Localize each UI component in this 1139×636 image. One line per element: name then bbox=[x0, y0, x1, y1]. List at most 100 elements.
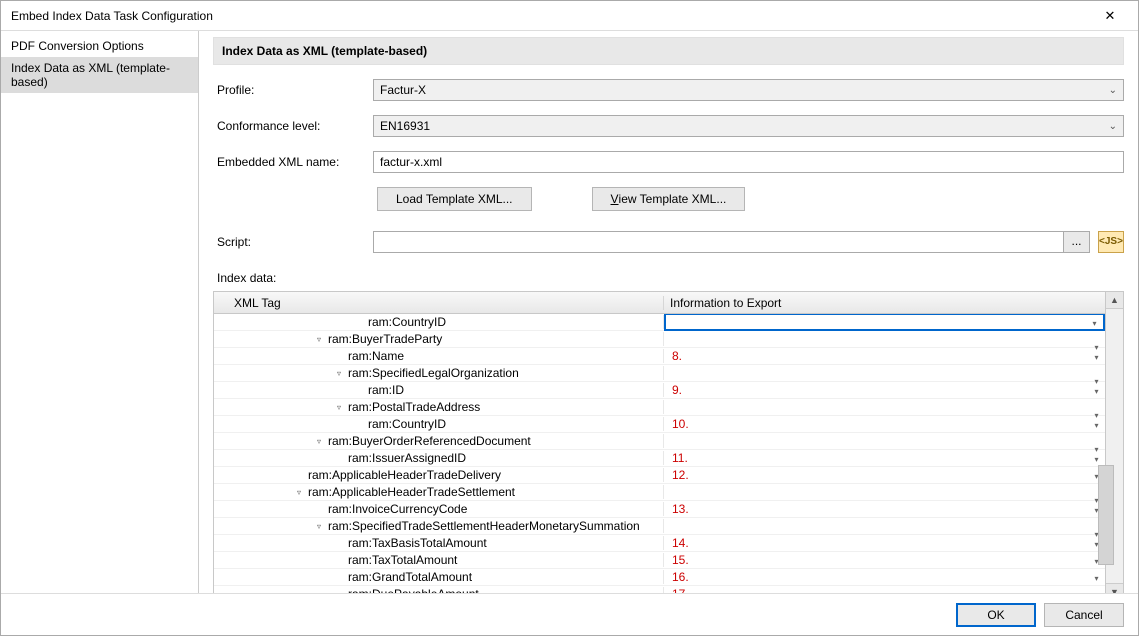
cell-dropdown-icon[interactable]: ▾ bbox=[1088, 317, 1101, 330]
js-button[interactable]: <JS> bbox=[1098, 231, 1124, 253]
xml-tag-cell[interactable]: ▿ram:BuyerOrderReferencedDocument bbox=[214, 434, 664, 448]
info-export-cell[interactable]: 14.▾ bbox=[664, 536, 1105, 550]
table-row[interactable]: ▿ram:SpecifiedLegalOrganization▾ bbox=[214, 365, 1105, 382]
table-row[interactable]: ram:TaxBasisTotalAmount 14.▾ bbox=[214, 535, 1105, 552]
ok-button[interactable]: OK bbox=[956, 603, 1036, 627]
script-input[interactable] bbox=[373, 231, 1064, 253]
xml-tag-label: ram:ApplicableHeaderTradeDelivery bbox=[304, 468, 501, 482]
row-annotation: 10. bbox=[672, 417, 689, 431]
xml-tag-cell[interactable]: ▿ram:PostalTradeAddress bbox=[214, 400, 664, 414]
xml-tag-cell[interactable]: ram:Name bbox=[214, 349, 664, 363]
xml-tag-cell[interactable]: ram:ID bbox=[214, 383, 664, 397]
sidebar-item-pdf-conversion[interactable]: PDF Conversion Options bbox=[1, 35, 198, 57]
xml-tag-label: ram:SpecifiedLegalOrganization bbox=[344, 366, 519, 380]
xml-tag-cell[interactable]: ram:GrandTotalAmount bbox=[214, 570, 664, 584]
info-export-cell[interactable]: 9. ▾ bbox=[664, 383, 1105, 397]
col-xml-tag[interactable]: XML Tag bbox=[214, 296, 664, 310]
tree-toggle-icon[interactable]: ▿ bbox=[314, 522, 324, 531]
xml-tag-cell[interactable]: ram:CountryID bbox=[214, 315, 664, 329]
table-row[interactable]: ram:CountryID 10. ▾ bbox=[214, 416, 1105, 433]
table-row[interactable]: ram:ApplicableHeaderTradeDelivery 12.▾ bbox=[214, 467, 1105, 484]
row-annotation: 9. bbox=[672, 383, 682, 397]
info-export-cell[interactable]: 11.▾ bbox=[664, 451, 1105, 465]
conformance-value: EN16931 bbox=[380, 119, 430, 133]
info-export-cell[interactable]: 16. ▾ bbox=[664, 570, 1105, 584]
window-title: Embed Index Data Task Configuration bbox=[11, 9, 213, 23]
xml-tag-cell[interactable]: ▿ram:SpecifiedTradeSettlementHeaderMonet… bbox=[214, 519, 664, 533]
xml-tag-cell[interactable]: ram:ApplicableHeaderTradeDelivery bbox=[214, 468, 664, 482]
table-row[interactable]: ▿ram:PostalTradeAddress▾ bbox=[214, 399, 1105, 416]
tree-toggle-icon[interactable]: ▿ bbox=[314, 437, 324, 446]
xml-tag-label: ram:TaxTotalAmount bbox=[344, 553, 457, 567]
sidebar: PDF Conversion Options Index Data as XML… bbox=[1, 31, 199, 593]
xml-tag-cell[interactable]: ram:InvoiceCurrencyCode bbox=[214, 502, 664, 516]
xml-tag-cell[interactable]: ram:IssuerAssignedID bbox=[214, 451, 664, 465]
xml-tag-cell[interactable]: ram:TaxBasisTotalAmount bbox=[214, 536, 664, 550]
tree-toggle-icon[interactable]: ▿ bbox=[334, 369, 344, 378]
xml-tag-label: ram:InvoiceCurrencyCode bbox=[324, 502, 467, 516]
xml-tag-label: ram:BuyerTradeParty bbox=[324, 332, 442, 346]
view-template-button[interactable]: View Template XML... bbox=[592, 187, 746, 211]
close-icon[interactable]: ✕ bbox=[1090, 8, 1130, 24]
grid-scrollbar[interactable]: ▲ ▼ bbox=[1105, 292, 1123, 593]
profile-label: Profile: bbox=[213, 83, 373, 97]
profile-select[interactable]: Factur-X ⌄ bbox=[373, 79, 1124, 101]
table-row[interactable]: ram:Name 8. ▾ bbox=[214, 348, 1105, 365]
table-row[interactable]: ▿ram:BuyerOrderReferencedDocument▾ bbox=[214, 433, 1105, 450]
info-export-cell[interactable]: 15.▾ bbox=[664, 553, 1105, 567]
xml-tag-label: ram:ID bbox=[364, 383, 404, 397]
script-browse-button[interactable]: ... bbox=[1064, 231, 1090, 253]
embedded-xml-input[interactable] bbox=[373, 151, 1124, 173]
tree-toggle-icon[interactable]: ▿ bbox=[294, 488, 304, 497]
row-annotation: 11. bbox=[672, 451, 688, 465]
row-annotation: 8. bbox=[672, 349, 682, 363]
scroll-up-icon[interactable]: ▲ bbox=[1106, 292, 1123, 309]
info-export-cell[interactable]: 10. ▾ bbox=[664, 417, 1105, 431]
xml-tag-label: ram:SpecifiedTradeSettlementHeaderMoneta… bbox=[324, 519, 640, 533]
row-annotation: 15. bbox=[672, 553, 689, 567]
row-annotation: 13. bbox=[672, 502, 689, 516]
xml-tag-cell[interactable]: ▿ram:SpecifiedLegalOrganization bbox=[214, 366, 664, 380]
row-annotation: 16. bbox=[672, 570, 689, 584]
scroll-down-icon[interactable]: ▼ bbox=[1106, 583, 1123, 593]
cell-dropdown-icon[interactable]: ▾ bbox=[1090, 385, 1103, 398]
xml-tag-label: ram:TaxBasisTotalAmount bbox=[344, 536, 487, 550]
info-export-cell[interactable]: ▾ bbox=[664, 314, 1105, 331]
load-template-button[interactable]: Load Template XML... bbox=[377, 187, 532, 211]
xml-tag-cell[interactable]: ▿ram:ApplicableHeaderTradeSettlement bbox=[214, 485, 664, 499]
embedded-label: Embedded XML name: bbox=[213, 155, 373, 169]
table-row[interactable]: ram:ID 9. ▾ bbox=[214, 382, 1105, 399]
info-export-cell[interactable]: 13.▾ bbox=[664, 502, 1105, 516]
col-info-export[interactable]: Information to Export bbox=[664, 296, 1105, 310]
cell-dropdown-icon[interactable]: ▾ bbox=[1090, 351, 1103, 364]
content: PDF Conversion Options Index Data as XML… bbox=[1, 31, 1138, 593]
table-row[interactable]: ram:CountryID ▾ bbox=[214, 314, 1105, 331]
table-row[interactable]: ram:IssuerAssignedID11.▾ bbox=[214, 450, 1105, 467]
row-annotation: 12. bbox=[672, 468, 689, 482]
xml-tag-cell[interactable]: ram:CountryID bbox=[214, 417, 664, 431]
cell-dropdown-icon[interactable]: ▾ bbox=[1090, 419, 1103, 432]
scroll-thumb[interactable] bbox=[1098, 465, 1114, 565]
xml-tag-label: ram:CountryID bbox=[364, 315, 446, 329]
chevron-down-icon: ⌄ bbox=[1109, 121, 1117, 132]
table-row[interactable]: ▿ram:BuyerTradeParty▾ bbox=[214, 331, 1105, 348]
xml-tag-cell[interactable]: ram:TaxTotalAmount bbox=[214, 553, 664, 567]
table-row[interactable]: ram:GrandTotalAmount 16. ▾ bbox=[214, 569, 1105, 586]
xml-tag-label: ram:ApplicableHeaderTradeSettlement bbox=[304, 485, 515, 499]
conformance-select[interactable]: EN16931 ⌄ bbox=[373, 115, 1124, 137]
tree-toggle-icon[interactable]: ▿ bbox=[314, 335, 324, 344]
info-export-cell[interactable]: 12.▾ bbox=[664, 468, 1105, 482]
cancel-button[interactable]: Cancel bbox=[1044, 603, 1124, 627]
cell-dropdown-icon[interactable]: ▾ bbox=[1090, 572, 1103, 585]
grid-header: XML Tag Information to Export bbox=[214, 292, 1105, 314]
sidebar-item-index-xml[interactable]: Index Data as XML (template-based) bbox=[1, 57, 198, 93]
xml-tag-label: ram:Name bbox=[344, 349, 404, 363]
table-row[interactable]: ram:InvoiceCurrencyCode 13.▾ bbox=[214, 501, 1105, 518]
table-row[interactable]: ▿ram:ApplicableHeaderTradeSettlement▾ bbox=[214, 484, 1105, 501]
table-row[interactable]: ram:TaxTotalAmount 15.▾ bbox=[214, 552, 1105, 569]
table-row[interactable]: ▿ram:SpecifiedTradeSettlementHeaderMonet… bbox=[214, 518, 1105, 535]
table-row[interactable]: ram:DuePayableAmount17.▾ bbox=[214, 586, 1105, 593]
xml-tag-cell[interactable]: ▿ram:BuyerTradeParty bbox=[214, 332, 664, 346]
tree-toggle-icon[interactable]: ▿ bbox=[334, 403, 344, 412]
info-export-cell[interactable]: 8. ▾ bbox=[664, 349, 1105, 363]
